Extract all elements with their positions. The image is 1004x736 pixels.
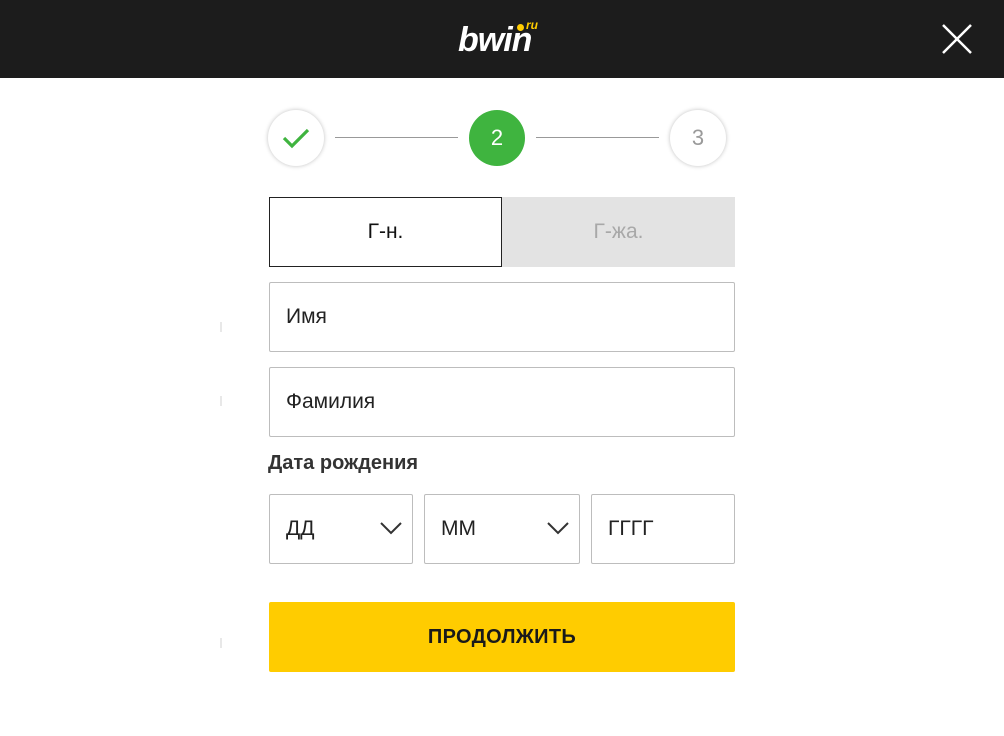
gender-option-female[interactable]: Г-жа. xyxy=(502,197,735,267)
continue-button[interactable]: ПРОДОЛЖИТЬ xyxy=(269,602,735,672)
chevron-down-icon xyxy=(547,522,569,535)
header-bar: bwin ru xyxy=(0,0,1004,78)
dob-year-input[interactable]: ГГГГ xyxy=(591,494,735,564)
edge-marker xyxy=(220,396,222,406)
logo-suffix: ru xyxy=(526,18,538,32)
checkmark-icon xyxy=(282,128,310,149)
edge-marker xyxy=(220,638,222,648)
last-name-field[interactable]: Фамилия xyxy=(269,367,735,437)
gender-option-male[interactable]: Г-н. xyxy=(269,197,502,267)
close-icon xyxy=(942,24,972,54)
dob-year-placeholder: ГГГГ xyxy=(608,517,654,540)
first-name-field[interactable]: Имя xyxy=(269,282,735,352)
first-name-placeholder: Имя xyxy=(286,305,327,328)
step-3-pending: 3 xyxy=(670,110,726,166)
step-2-active: 2 xyxy=(469,110,525,166)
step-connector xyxy=(536,137,659,138)
step-connector xyxy=(335,137,458,138)
last-name-placeholder: Фамилия xyxy=(286,390,376,413)
dob-day-select[interactable]: ДД xyxy=(269,494,413,564)
dob-month-value: ММ xyxy=(441,517,476,540)
step-1-completed xyxy=(268,110,324,166)
dob-day-value: ДД xyxy=(286,517,315,540)
edge-marker xyxy=(220,322,222,332)
logo-dot-icon xyxy=(517,24,524,31)
dob-month-select[interactable]: ММ xyxy=(424,494,580,564)
chevron-down-icon xyxy=(380,522,402,535)
bwin-logo: bwin ru xyxy=(458,18,538,60)
dob-label: Дата рождения xyxy=(268,452,419,474)
close-button[interactable] xyxy=(940,22,974,56)
